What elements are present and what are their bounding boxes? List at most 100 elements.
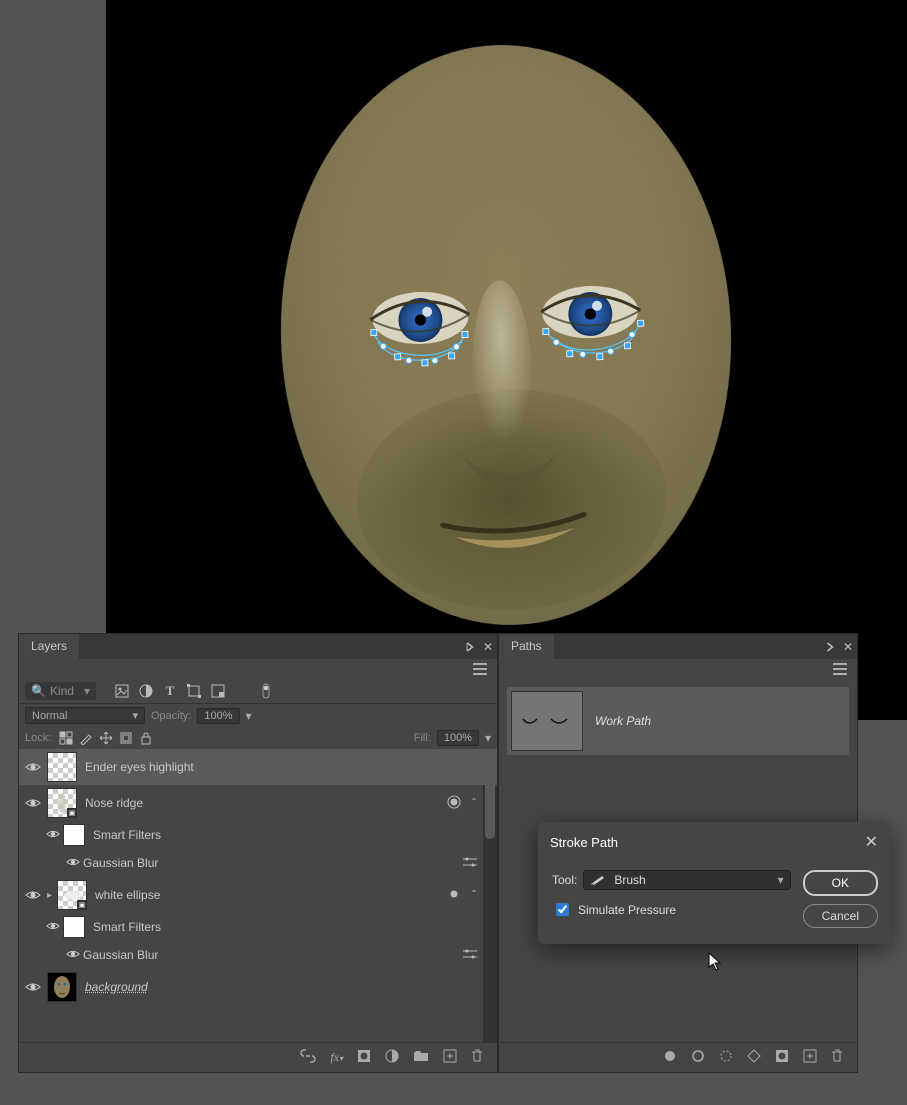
- visibility-toggle-icon[interactable]: [45, 919, 61, 935]
- paths-tab[interactable]: Paths: [499, 634, 554, 659]
- lock-transparent-icon[interactable]: [59, 731, 73, 745]
- opacity-input[interactable]: 100%: [197, 708, 239, 724]
- lock-position-icon[interactable]: [99, 731, 113, 745]
- lock-artboard-icon[interactable]: [119, 731, 133, 745]
- expand-toggle-icon[interactable]: ˆ: [467, 796, 481, 810]
- layer-thumbnail[interactable]: [47, 752, 77, 782]
- simulate-pressure-checkbox[interactable]: [556, 903, 569, 916]
- visibility-toggle-icon[interactable]: [25, 759, 41, 775]
- delete-path-icon[interactable]: [831, 1049, 843, 1066]
- layer-name[interactable]: Ender eyes highlight: [85, 760, 481, 774]
- stroke-path-dialog: Stroke Path ✕ Tool: Brush ▾ Simulate Pre…: [538, 822, 890, 944]
- lock-all-icon[interactable]: [139, 731, 153, 745]
- smart-filters-row[interactable]: Smart Filters: [19, 821, 497, 849]
- opacity-label: Opacity:: [151, 710, 191, 722]
- filter-mask-thumbnail[interactable]: [63, 824, 85, 846]
- path-thumbnail[interactable]: [511, 691, 583, 751]
- layer-mask-icon[interactable]: [357, 1049, 371, 1066]
- smart-filters-label: Smart Filters: [93, 920, 481, 934]
- visibility-toggle-icon[interactable]: [25, 795, 41, 811]
- make-work-path-icon[interactable]: [747, 1049, 761, 1066]
- link-layers-icon[interactable]: [300, 1049, 316, 1066]
- new-layer-icon[interactable]: [443, 1049, 457, 1066]
- layer-name[interactable]: Nose ridge: [85, 796, 447, 810]
- cancel-button[interactable]: Cancel: [803, 904, 878, 928]
- visibility-toggle-icon[interactable]: [65, 855, 81, 871]
- filter-settings-icon[interactable]: [463, 856, 481, 870]
- dialog-close-icon[interactable]: ✕: [865, 832, 878, 852]
- group-icon[interactable]: [413, 1050, 429, 1065]
- visibility-toggle-icon[interactable]: [25, 979, 41, 995]
- fill-input[interactable]: 100%: [437, 730, 479, 746]
- visibility-toggle-icon[interactable]: [65, 947, 81, 963]
- blend-mode-select[interactable]: Normal▾: [25, 707, 145, 724]
- filter-mask-icon[interactable]: [447, 887, 461, 904]
- filter-name[interactable]: Gaussian Blur: [83, 856, 463, 870]
- layer-filter-kind[interactable]: 🔍 Kind ▾: [25, 682, 96, 700]
- smart-filters-row[interactable]: Smart Filters: [19, 913, 497, 941]
- stroke-path-icon[interactable]: [691, 1049, 705, 1066]
- simulate-pressure-label: Simulate Pressure: [578, 903, 676, 917]
- layer-row[interactable]: ▸ ▣ white ellipse ˆ: [19, 877, 497, 913]
- expand-toggle-icon[interactable]: ˆ: [467, 888, 481, 902]
- filter-mask-icon[interactable]: [447, 795, 461, 812]
- filter-row[interactable]: Gaussian Blur: [19, 941, 497, 969]
- layer-thumbnail[interactable]: [47, 972, 77, 1002]
- path-to-selection-icon[interactable]: [719, 1049, 733, 1066]
- filter-mask-thumbnail[interactable]: [63, 916, 85, 938]
- panel-menu-icon[interactable]: [829, 663, 851, 675]
- tool-label: Tool:: [552, 873, 577, 887]
- visibility-toggle-icon[interactable]: [25, 887, 41, 903]
- delete-icon[interactable]: [471, 1049, 483, 1066]
- dropdown-caret-icon: ▾: [778, 873, 784, 887]
- lock-brush-icon[interactable]: [79, 731, 93, 745]
- path-item[interactable]: Work Path: [507, 687, 849, 755]
- panel-collapse-icon[interactable]: [821, 634, 839, 659]
- fill-dropdown-icon[interactable]: ▾: [485, 731, 491, 745]
- smartobject-badge-icon: ▣: [77, 900, 87, 910]
- filter-adjustment-icon[interactable]: [138, 683, 154, 699]
- add-mask-icon[interactable]: [775, 1049, 789, 1066]
- ok-button[interactable]: OK: [803, 870, 878, 896]
- dialog-title: Stroke Path: [550, 835, 618, 850]
- filter-toggle-switch[interactable]: [258, 683, 274, 699]
- filter-name[interactable]: Gaussian Blur: [83, 948, 463, 962]
- canvas[interactable]: [106, 0, 907, 720]
- path-name[interactable]: Work Path: [595, 714, 651, 728]
- brush-icon: [590, 874, 608, 886]
- layer-style-icon[interactable]: fx▾: [330, 1050, 343, 1065]
- layer-thumbnail[interactable]: ▣: [47, 788, 77, 818]
- panel-close-icon[interactable]: ✕: [479, 634, 497, 659]
- panel-close-icon[interactable]: ✕: [839, 634, 857, 659]
- layers-footer: fx▾: [19, 1042, 497, 1072]
- layer-link-indicator-icon[interactable]: ▸: [47, 890, 57, 901]
- filter-row[interactable]: Gaussian Blur: [19, 849, 497, 877]
- layers-tab[interactable]: Layers: [19, 634, 79, 659]
- fill-path-icon[interactable]: [663, 1049, 677, 1066]
- filter-pixel-icon[interactable]: [114, 683, 130, 699]
- layer-row[interactable]: background: [19, 969, 497, 1005]
- tool-select[interactable]: Brush ▾: [583, 870, 790, 890]
- smartobject-badge-icon: ▣: [67, 808, 77, 818]
- adjustment-layer-icon[interactable]: [385, 1049, 399, 1066]
- filter-settings-icon[interactable]: [463, 948, 481, 962]
- layer-row[interactable]: ▣ Nose ridge ˆ: [19, 785, 497, 821]
- panel-menu-icon[interactable]: [469, 663, 491, 675]
- filter-shape-icon[interactable]: [186, 683, 202, 699]
- panel-collapse-icon[interactable]: [461, 634, 479, 659]
- lock-label: Lock:: [25, 732, 51, 744]
- layer-name[interactable]: background: [85, 980, 481, 994]
- layer-thumbnail[interactable]: ▣: [57, 880, 87, 910]
- fill-label: Fill:: [414, 732, 431, 744]
- layer-name[interactable]: white ellipse: [95, 888, 447, 902]
- new-path-icon[interactable]: [803, 1049, 817, 1066]
- layers-panel: Layers ✕ 🔍 Kind ▾ T: [18, 633, 498, 1073]
- filter-smartobject-icon[interactable]: [210, 683, 226, 699]
- filter-type-icon[interactable]: T: [162, 683, 178, 699]
- visibility-toggle-icon[interactable]: [45, 827, 61, 843]
- paths-footer: [499, 1042, 857, 1072]
- layers-list: Ender eyes highlight ▣ Nose ridge ˆ Smar…: [19, 749, 497, 1042]
- smart-filters-label: Smart Filters: [93, 828, 481, 842]
- layer-row[interactable]: Ender eyes highlight: [19, 749, 497, 785]
- opacity-dropdown-icon[interactable]: ▾: [246, 709, 252, 723]
